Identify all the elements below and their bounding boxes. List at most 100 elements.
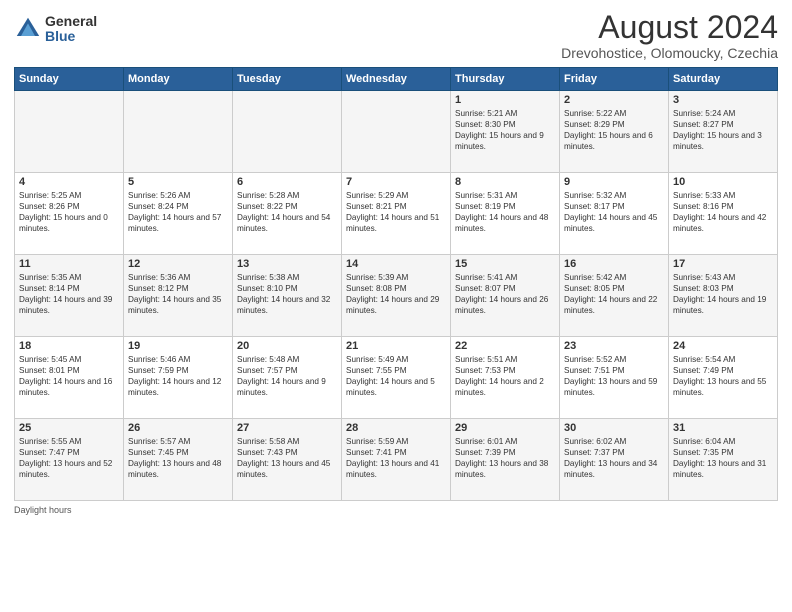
- day-cell: 24Sunrise: 5:54 AM Sunset: 7:49 PM Dayli…: [669, 337, 778, 419]
- day-info: Sunrise: 5:22 AM Sunset: 8:29 PM Dayligh…: [564, 108, 664, 152]
- day-number: 7: [346, 176, 446, 188]
- logo-icon: [14, 15, 42, 43]
- day-cell: 6 Sunrise: 5:28 AM Sunset: 8:22 PM Daylig…: [233, 173, 342, 255]
- day-cell: 16 Sunrise: 5:42 AM Sunset: 8:05 PM Dayli…: [560, 255, 669, 337]
- day-cell: 31 Sunrise: 6:04 AM Sunset: 7:35 PM Dayli…: [669, 419, 778, 501]
- day-cell: 11 Sunrise: 5:35 AM Sunset: 8:14 PM Dayli…: [15, 255, 124, 337]
- day-cell: 17Sunrise: 5:43 AM Sunset: 8:03 PM Dayli…: [669, 255, 778, 337]
- day-info: Sunrise: 5:52 AM Sunset: 7:51 PM Dayligh…: [564, 354, 664, 398]
- day-cell: 21Sunrise: 5:49 AM Sunset: 7:55 PM Dayli…: [342, 337, 451, 419]
- day-info: Sunrise: 5:25 AM Sunset: 8:26 PM Dayligh…: [19, 190, 119, 234]
- header-row: SundayMondayTuesdayWednesdayThursdayFrid…: [15, 68, 778, 91]
- header-cell-friday: Friday: [560, 68, 669, 91]
- day-number: 11: [19, 258, 119, 270]
- day-cell: 25Sunrise: 5:55 AM Sunset: 7:47 PM Dayli…: [15, 419, 124, 501]
- day-number: 10: [673, 176, 773, 188]
- subtitle: Drevohostice, Olomoucky, Czechia: [561, 45, 778, 61]
- day-cell: [124, 91, 233, 173]
- day-info: Sunrise: 5:31 AM Sunset: 8:19 PM Dayligh…: [455, 190, 555, 234]
- day-info: Sunrise: 5:36 AM Sunset: 8:12 PM Dayligh…: [128, 272, 228, 316]
- day-cell: 20 Sunrise: 5:48 AM Sunset: 7:57 PM Dayli…: [233, 337, 342, 419]
- day-number: 9: [564, 176, 664, 188]
- logo-blue-text: Blue: [45, 29, 97, 44]
- logo-general-text: General: [45, 14, 97, 29]
- day-cell: 4 Sunrise: 5:25 AM Sunset: 8:26 PM Daylig…: [15, 173, 124, 255]
- day-info: Sunrise: 5:55 AM Sunset: 7:47 PM Dayligh…: [19, 436, 119, 480]
- day-info: Sunrise: 6:02 AM Sunset: 7:37 PM Dayligh…: [564, 436, 664, 480]
- day-cell: 7 Sunrise: 5:29 AM Sunset: 8:21 PM Daylig…: [342, 173, 451, 255]
- calendar-table: SundayMondayTuesdayWednesdayThursdayFrid…: [14, 67, 778, 501]
- footer-text: Daylight hours: [14, 505, 72, 515]
- day-cell: 12 Sunrise: 5:36 AM Sunset: 8:12 PM Dayli…: [124, 255, 233, 337]
- day-cell: 22 Sunrise: 5:51 AM Sunset: 7:53 PM Dayli…: [451, 337, 560, 419]
- day-number: 2: [564, 94, 664, 106]
- day-info: Sunrise: 5:54 AM Sunset: 7:49 PM Dayligh…: [673, 354, 773, 398]
- header-cell-saturday: Saturday: [669, 68, 778, 91]
- day-cell: [15, 91, 124, 173]
- day-number: 27: [237, 422, 337, 434]
- week-row-2: 4 Sunrise: 5:25 AM Sunset: 8:26 PM Daylig…: [15, 173, 778, 255]
- day-number: 31: [673, 422, 773, 434]
- day-info: Sunrise: 5:21 AM Sunset: 8:30 PM Dayligh…: [455, 108, 555, 152]
- day-number: 3: [673, 94, 773, 106]
- title-block: August 2024 Drevohostice, Olomoucky, Cze…: [561, 10, 778, 61]
- day-info: Sunrise: 5:29 AM Sunset: 8:21 PM Dayligh…: [346, 190, 446, 234]
- day-cell: 28Sunrise: 5:59 AM Sunset: 7:41 PM Dayli…: [342, 419, 451, 501]
- day-info: Sunrise: 5:38 AM Sunset: 8:10 PM Dayligh…: [237, 272, 337, 316]
- day-cell: 15Sunrise: 5:41 AM Sunset: 8:07 PM Dayli…: [451, 255, 560, 337]
- day-info: Sunrise: 5:45 AM Sunset: 8:01 PM Dayligh…: [19, 354, 119, 398]
- day-number: 5: [128, 176, 228, 188]
- day-cell: 8Sunrise: 5:31 AM Sunset: 8:19 PM Daylig…: [451, 173, 560, 255]
- day-number: 22: [455, 340, 555, 352]
- day-cell: 30 Sunrise: 6:02 AM Sunset: 7:37 PM Dayli…: [560, 419, 669, 501]
- day-cell: 2 Sunrise: 5:22 AM Sunset: 8:29 PM Daylig…: [560, 91, 669, 173]
- day-number: 1: [455, 94, 555, 106]
- day-number: 14: [346, 258, 446, 270]
- day-info: Sunrise: 5:51 AM Sunset: 7:53 PM Dayligh…: [455, 354, 555, 398]
- day-number: 16: [564, 258, 664, 270]
- day-info: Sunrise: 5:33 AM Sunset: 8:16 PM Dayligh…: [673, 190, 773, 234]
- week-row-4: 18 Sunrise: 5:45 AM Sunset: 8:01 PM Dayli…: [15, 337, 778, 419]
- day-cell: 1 Sunrise: 5:21 AM Sunset: 8:30 PM Daylig…: [451, 91, 560, 173]
- day-number: 20: [237, 340, 337, 352]
- day-info: Sunrise: 6:04 AM Sunset: 7:35 PM Dayligh…: [673, 436, 773, 480]
- header-cell-wednesday: Wednesday: [342, 68, 451, 91]
- day-cell: 3 Sunrise: 5:24 AM Sunset: 8:27 PM Daylig…: [669, 91, 778, 173]
- day-cell: 13Sunrise: 5:38 AM Sunset: 8:10 PM Dayli…: [233, 255, 342, 337]
- day-cell: 9Sunrise: 5:32 AM Sunset: 8:17 PM Daylig…: [560, 173, 669, 255]
- main-title: August 2024: [561, 10, 778, 45]
- header-cell-tuesday: Tuesday: [233, 68, 342, 91]
- day-info: Sunrise: 5:57 AM Sunset: 7:45 PM Dayligh…: [128, 436, 228, 480]
- day-cell: 29Sunrise: 6:01 AM Sunset: 7:39 PM Dayli…: [451, 419, 560, 501]
- day-number: 17: [673, 258, 773, 270]
- day-info: Sunrise: 5:35 AM Sunset: 8:14 PM Dayligh…: [19, 272, 119, 316]
- day-number: 12: [128, 258, 228, 270]
- day-number: 23: [564, 340, 664, 352]
- day-number: 6: [237, 176, 337, 188]
- day-number: 18: [19, 340, 119, 352]
- day-cell: 18 Sunrise: 5:45 AM Sunset: 8:01 PM Dayli…: [15, 337, 124, 419]
- week-row-5: 25Sunrise: 5:55 AM Sunset: 7:47 PM Dayli…: [15, 419, 778, 501]
- day-number: 15: [455, 258, 555, 270]
- day-info: Sunrise: 5:48 AM Sunset: 7:57 PM Dayligh…: [237, 354, 337, 398]
- day-cell: 5Sunrise: 5:26 AM Sunset: 8:24 PM Daylig…: [124, 173, 233, 255]
- day-cell: 14Sunrise: 5:39 AM Sunset: 8:08 PM Dayli…: [342, 255, 451, 337]
- day-info: Sunrise: 5:24 AM Sunset: 8:27 PM Dayligh…: [673, 108, 773, 152]
- day-number: 4: [19, 176, 119, 188]
- header-cell-monday: Monday: [124, 68, 233, 91]
- header: General Blue August 2024 Drevohostice, O…: [14, 10, 778, 61]
- header-cell-sunday: Sunday: [15, 68, 124, 91]
- calendar-header: SundayMondayTuesdayWednesdayThursdayFrid…: [15, 68, 778, 91]
- day-info: Sunrise: 5:49 AM Sunset: 7:55 PM Dayligh…: [346, 354, 446, 398]
- day-info: Sunrise: 5:28 AM Sunset: 8:22 PM Dayligh…: [237, 190, 337, 234]
- calendar-body: 1 Sunrise: 5:21 AM Sunset: 8:30 PM Daylig…: [15, 91, 778, 501]
- day-cell: [233, 91, 342, 173]
- page: General Blue August 2024 Drevohostice, O…: [0, 0, 792, 612]
- day-cell: [342, 91, 451, 173]
- day-cell: 23 Sunrise: 5:52 AM Sunset: 7:51 PM Dayli…: [560, 337, 669, 419]
- day-number: 26: [128, 422, 228, 434]
- logo-text: General Blue: [45, 14, 97, 45]
- day-cell: 10 Sunrise: 5:33 AM Sunset: 8:16 PM Dayli…: [669, 173, 778, 255]
- day-number: 30: [564, 422, 664, 434]
- day-info: Sunrise: 5:42 AM Sunset: 8:05 PM Dayligh…: [564, 272, 664, 316]
